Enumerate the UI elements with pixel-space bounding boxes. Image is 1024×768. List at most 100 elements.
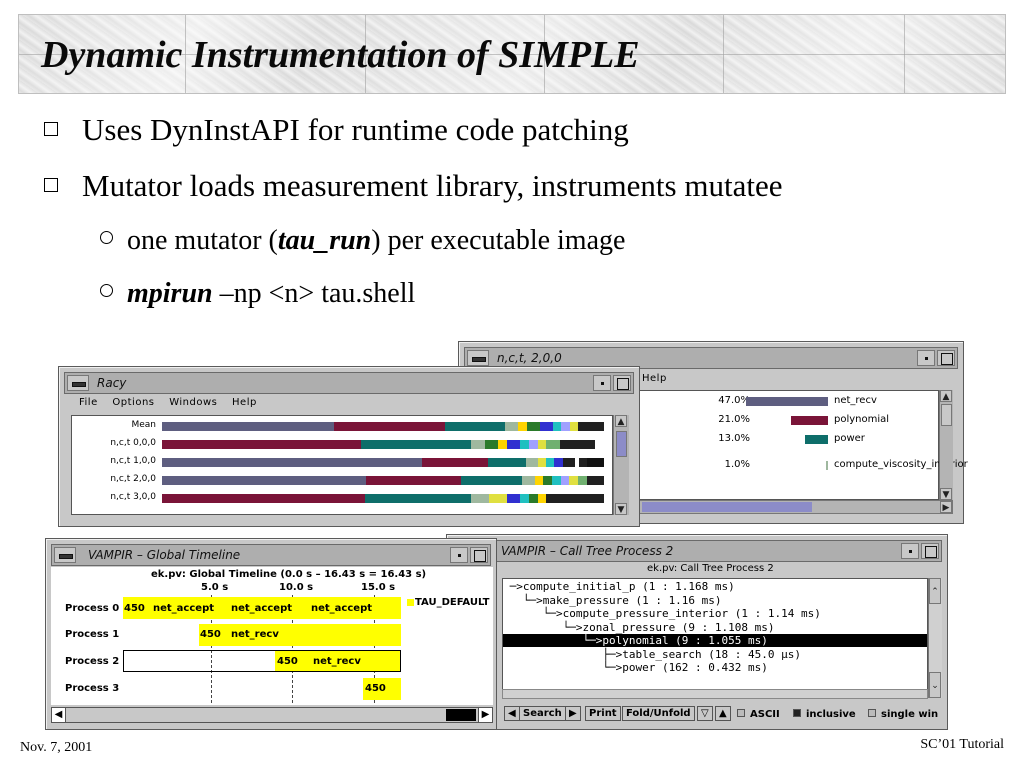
profile-bar[interactable] bbox=[791, 416, 828, 425]
profile-bar[interactable] bbox=[805, 435, 828, 444]
racy-bar-segment[interactable] bbox=[569, 476, 578, 485]
racy-bar-segment[interactable] bbox=[445, 422, 506, 431]
scroll-thumb[interactable] bbox=[616, 431, 627, 457]
racy-bar-segment[interactable] bbox=[461, 476, 522, 485]
print-button[interactable]: Print bbox=[585, 706, 621, 721]
window-menu-button[interactable] bbox=[54, 547, 76, 563]
racy-bar-segment[interactable] bbox=[162, 476, 366, 485]
maximize-button[interactable] bbox=[613, 375, 631, 391]
calltree-node[interactable]: └─>compute_pressure_interior (1 : 1.14 m… bbox=[503, 607, 821, 620]
racy-bar-segment[interactable] bbox=[552, 476, 561, 485]
scroll-down-icon[interactable]: ▼ bbox=[940, 488, 952, 500]
racy-bar-segment[interactable] bbox=[162, 422, 334, 431]
menu-help[interactable]: Help bbox=[642, 373, 667, 384]
racy-bar-row[interactable] bbox=[162, 476, 604, 485]
racy-bar-row[interactable] bbox=[162, 494, 604, 503]
racy-bar-segment[interactable] bbox=[488, 458, 526, 467]
racy-bar-segment[interactable] bbox=[519, 440, 529, 449]
calltree-node[interactable]: └─>zonal_pressure (9 : 1.108 ms) bbox=[503, 621, 775, 634]
racy-bar-segment[interactable] bbox=[543, 476, 553, 485]
racy-bar-row[interactable] bbox=[162, 458, 604, 467]
menu-help[interactable]: Help bbox=[232, 397, 257, 408]
hscroll-thumb[interactable] bbox=[446, 709, 476, 721]
racy-bar-segment[interactable] bbox=[546, 494, 604, 503]
racy-bar-segment[interactable] bbox=[489, 494, 507, 503]
fold-unfold-button[interactable]: Fold/Unfold bbox=[622, 706, 695, 721]
profile-vscrollbar[interactable]: ▲ ▼ bbox=[939, 390, 953, 500]
racy-bar-segment[interactable] bbox=[562, 458, 576, 467]
profile-hscrollbar[interactable]: ▶ bbox=[639, 500, 953, 514]
single-win-checkbox[interactable]: single win bbox=[868, 709, 938, 720]
calltree-node[interactable]: └─>power (162 : 0.432 ms) bbox=[503, 661, 768, 674]
calltree-node[interactable]: └─>polynomial (9 : 1.055 ms) bbox=[503, 634, 927, 647]
window-menu-button[interactable] bbox=[67, 375, 89, 391]
scroll-up-icon[interactable]: ▲ bbox=[615, 415, 627, 427]
racy-bar-segment[interactable] bbox=[471, 440, 485, 449]
racy-bar-segment[interactable] bbox=[521, 476, 535, 485]
racy-bar-segment[interactable] bbox=[528, 440, 538, 449]
racy-bar-segment[interactable] bbox=[578, 476, 587, 485]
racy-bar-segment[interactable] bbox=[360, 440, 472, 449]
racy-window[interactable]: Racy File Options Windows Help Mean n,c,t… bbox=[58, 366, 640, 527]
hscroll-thumb[interactable] bbox=[642, 502, 812, 512]
up-arrow-icon[interactable]: ▲ bbox=[715, 706, 731, 721]
scroll-up-icon[interactable]: ⌃ bbox=[929, 578, 941, 604]
racy-bar-segment[interactable] bbox=[162, 440, 361, 449]
racy-bar-segment[interactable] bbox=[422, 458, 489, 467]
racy-bar-segment[interactable] bbox=[333, 422, 446, 431]
maximize-button[interactable] bbox=[470, 547, 488, 563]
racy-bar-segment[interactable] bbox=[526, 422, 540, 431]
search-button[interactable]: Search bbox=[519, 706, 566, 721]
racy-bar-segment[interactable] bbox=[537, 458, 547, 467]
maximize-button[interactable] bbox=[921, 543, 939, 559]
racy-bar-segment[interactable] bbox=[525, 458, 538, 467]
scroll-thumb[interactable] bbox=[941, 404, 952, 426]
calltree-node[interactable]: └─>make_pressure (1 : 1.16 ms) bbox=[503, 594, 722, 607]
menu-file[interactable]: File bbox=[79, 397, 98, 408]
racy-bar-segment[interactable] bbox=[546, 458, 555, 467]
racy-bar-segment[interactable] bbox=[505, 422, 519, 431]
racy-bar-segment[interactable] bbox=[537, 440, 547, 449]
racy-bar-segment[interactable] bbox=[519, 494, 529, 503]
forward-arrow-icon[interactable]: ▶ bbox=[565, 706, 581, 721]
racy-bar-segment[interactable] bbox=[587, 458, 604, 467]
timeline-window[interactable]: VAMPIR – Global Timeline ek.pv: Global T… bbox=[45, 538, 497, 730]
profile-bar[interactable] bbox=[746, 397, 828, 406]
calltree-vscrollbar[interactable]: ⌃ ⌄ bbox=[928, 578, 942, 698]
racy-titlebar[interactable]: Racy bbox=[64, 372, 634, 394]
scroll-up-icon[interactable]: ▲ bbox=[940, 390, 952, 402]
maximize-button[interactable] bbox=[937, 350, 955, 366]
racy-bar-segment[interactable] bbox=[162, 458, 423, 467]
racy-bar-segment[interactable] bbox=[518, 422, 527, 431]
minimize-button[interactable] bbox=[901, 543, 919, 559]
scroll-right-icon[interactable]: ▶ bbox=[478, 708, 492, 722]
racy-bar-segment[interactable] bbox=[534, 476, 544, 485]
racy-bar-segment[interactable] bbox=[537, 494, 547, 503]
racy-bar-segment[interactable] bbox=[569, 422, 579, 431]
menu-options[interactable]: Options bbox=[112, 397, 154, 408]
calltree-node[interactable]: ─>compute_initial_p (1 : 1.168 ms) bbox=[503, 580, 735, 593]
ascii-checkbox[interactable]: ASCII bbox=[737, 709, 780, 720]
calltree-window[interactable]: VAMPIR – Call Tree Process 2 ek.pv: Call… bbox=[446, 534, 948, 730]
racy-vscrollbar[interactable]: ▲ ▼ bbox=[613, 415, 629, 515]
racy-bar-segment[interactable] bbox=[506, 494, 520, 503]
calltree-node[interactable]: ├─>table_search (18 : 45.0 μs) bbox=[503, 648, 801, 661]
racy-bar-segment[interactable] bbox=[552, 422, 562, 431]
racy-bar-segment[interactable] bbox=[528, 494, 538, 503]
racy-bar-segment[interactable] bbox=[162, 494, 366, 503]
scroll-right-icon[interactable]: ▶ bbox=[940, 501, 952, 513]
racy-bar-segment[interactable] bbox=[546, 440, 560, 449]
racy-bar-segment[interactable] bbox=[554, 458, 563, 467]
minimize-button[interactable] bbox=[917, 350, 935, 366]
menu-windows[interactable]: Windows bbox=[169, 397, 217, 408]
calltree-hscrollbar[interactable] bbox=[502, 689, 928, 699]
window-menu-button[interactable] bbox=[467, 350, 489, 366]
racy-bar-segment[interactable] bbox=[578, 422, 604, 431]
racy-bar-segment[interactable] bbox=[484, 440, 498, 449]
scroll-down-icon[interactable]: ▼ bbox=[615, 503, 627, 515]
racy-bar-segment[interactable] bbox=[539, 422, 553, 431]
racy-bar-segment[interactable] bbox=[586, 476, 604, 485]
racy-bar-segment[interactable] bbox=[579, 458, 588, 467]
racy-bar-segment[interactable] bbox=[365, 476, 462, 485]
racy-bar-segment[interactable] bbox=[497, 440, 507, 449]
